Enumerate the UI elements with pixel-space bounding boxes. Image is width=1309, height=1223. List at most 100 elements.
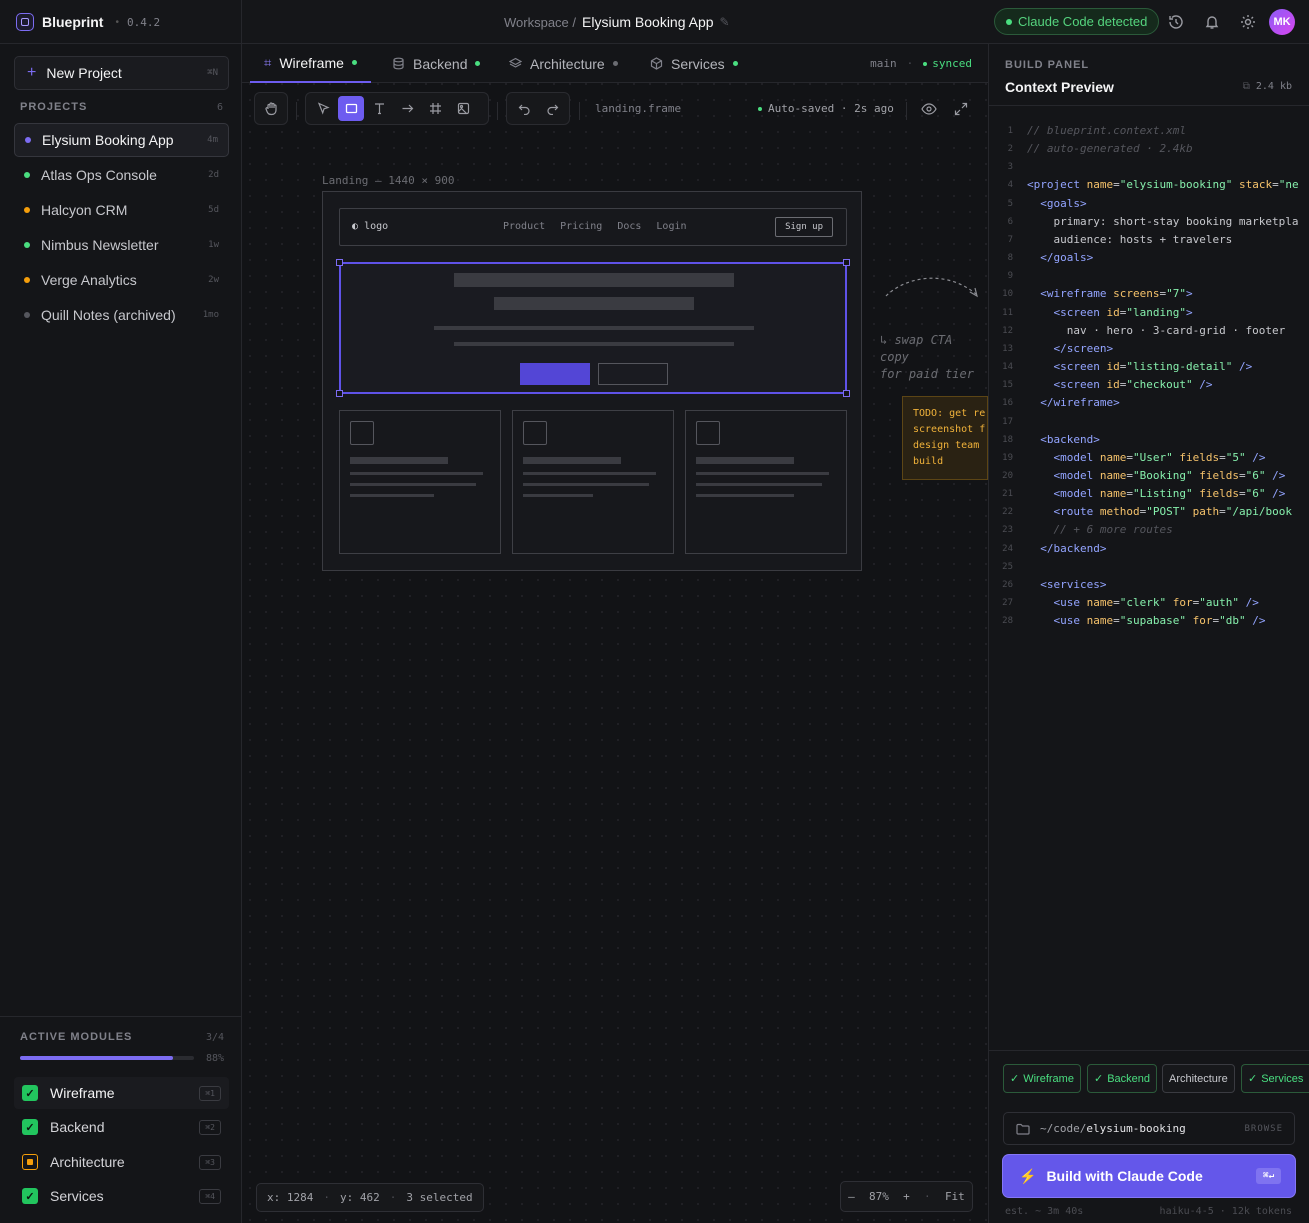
chip-services[interactable]: ✓ Services bbox=[1241, 1064, 1309, 1093]
module-wireframe[interactable]: ✓ Wireframe ⌘1 bbox=[14, 1077, 229, 1109]
claude-status-badge[interactable]: Claude Code detected bbox=[994, 8, 1160, 35]
tab-architecture[interactable]: Architecture bbox=[509, 44, 618, 83]
status-dot-icon bbox=[351, 60, 357, 65]
canvas-toolbar: landing.frame Auto-saved · 2s ago bbox=[242, 83, 988, 135]
branch-status[interactable]: main · synced bbox=[870, 57, 972, 70]
frame-tool-icon[interactable] bbox=[422, 96, 448, 121]
sidebar: + New Project ⌘N PROJECTS 6 Elysium Book… bbox=[0, 44, 242, 1223]
project-color-dot bbox=[24, 207, 30, 213]
zoom-out-button[interactable]: — bbox=[848, 1190, 855, 1203]
checkbox-checked-icon[interactable]: ✓ bbox=[22, 1119, 38, 1135]
modules-header: ACTIVE MODULES bbox=[20, 1031, 133, 1043]
resize-handle[interactable] bbox=[336, 390, 343, 397]
cursor-coordinates: x: 1284 · y: 462 · 3 selected bbox=[256, 1183, 484, 1212]
checkbox-checked-icon[interactable]: ✓ bbox=[22, 1085, 38, 1101]
gear-icon[interactable] bbox=[1239, 13, 1257, 31]
wireframe-hero-selected[interactable] bbox=[336, 259, 850, 397]
checkbox-checked-icon[interactable]: ✓ bbox=[22, 1188, 38, 1204]
modules-count: 3/4 bbox=[205, 1032, 224, 1043]
resize-handle[interactable] bbox=[843, 390, 850, 397]
check-icon: ✓ bbox=[1010, 1073, 1020, 1085]
history-icon[interactable] bbox=[1167, 13, 1185, 31]
chip-wireframe[interactable]: ✓ Wireframe bbox=[1003, 1064, 1081, 1093]
zoom-fit-button[interactable]: Fit bbox=[945, 1190, 965, 1203]
zoom-controls: — 87% + · Fit bbox=[840, 1181, 973, 1212]
cursor-tool-icon[interactable] bbox=[310, 96, 336, 121]
undo-icon[interactable] bbox=[511, 96, 537, 121]
frame-icon: ⌗ bbox=[264, 54, 272, 70]
status-dot-icon bbox=[475, 61, 481, 66]
project-item[interactable]: Halcyon CRM 5d bbox=[14, 193, 229, 227]
browse-button[interactable]: BROWSE bbox=[1244, 1124, 1283, 1134]
new-project-button[interactable]: + New Project ⌘N bbox=[14, 56, 229, 90]
brand[interactable]: Blueprint • 0.4.2 bbox=[0, 0, 242, 44]
module-backend[interactable]: ✓ Backend ⌘2 bbox=[14, 1111, 229, 1143]
copy-icon: ⧉ bbox=[1242, 81, 1250, 92]
modules-progress-bar bbox=[20, 1056, 194, 1060]
tab-services[interactable]: Services bbox=[650, 44, 738, 83]
module-services[interactable]: ✓ Services ⌘4 bbox=[14, 1180, 229, 1212]
project-color-dot bbox=[24, 312, 30, 318]
wireframe-logo: ◐ logo bbox=[352, 221, 389, 232]
bell-icon[interactable] bbox=[1203, 13, 1221, 31]
autosave-status: Auto-saved · 2s ago bbox=[758, 102, 894, 115]
branch-name: main bbox=[870, 57, 897, 70]
wireframe-primary-cta bbox=[520, 363, 590, 385]
avatar[interactable]: MK bbox=[1269, 9, 1295, 35]
edit-pencil-icon[interactable]: ✎ bbox=[720, 15, 730, 29]
project-item[interactable]: Verge Analytics 2w bbox=[14, 263, 229, 297]
zoom-in-button[interactable]: + bbox=[903, 1190, 910, 1203]
project-item[interactable]: Atlas Ops Console 2d bbox=[14, 158, 229, 192]
context-code-view[interactable]: 1// blueprint.context.xml 2// auto-gener… bbox=[989, 122, 1309, 642]
lightning-icon: ⚡ bbox=[1019, 1167, 1037, 1184]
project-path-field[interactable]: ~/code/elysium-booking BROWSE bbox=[1003, 1112, 1295, 1145]
sync-state: synced bbox=[923, 57, 972, 70]
wireframe-nav[interactable]: ◐ logo Product Pricing Docs Login Sign u… bbox=[339, 208, 847, 246]
wireframe-card[interactable] bbox=[512, 410, 674, 554]
chip-backend[interactable]: ✓ Backend bbox=[1087, 1064, 1158, 1093]
resize-handle[interactable] bbox=[843, 259, 850, 266]
context-size[interactable]: ⧉ 2.4 kb bbox=[1243, 81, 1292, 92]
image-tool-icon[interactable] bbox=[450, 96, 476, 121]
status-dot-icon bbox=[732, 61, 738, 66]
module-architecture[interactable]: Architecture ⌘3 bbox=[14, 1146, 229, 1178]
chip-architecture[interactable]: Architecture bbox=[1162, 1064, 1235, 1093]
canvas-area[interactable]: ⌗ Wireframe Backend Architecture Service… bbox=[242, 44, 988, 1223]
expand-icon[interactable] bbox=[954, 102, 968, 116]
history-tools-group bbox=[506, 92, 570, 125]
breadcrumb-workspace[interactable]: Workspace / bbox=[504, 15, 576, 30]
arrow-tool-icon[interactable] bbox=[394, 96, 420, 121]
rectangle-tool-icon[interactable] bbox=[338, 96, 364, 121]
hand-tool-icon[interactable] bbox=[259, 96, 283, 121]
build-panel-footer: ✓ Wireframe ✓ Backend Architecture ✓ Servic… bbox=[989, 1050, 1309, 1223]
model-tokens: haiku-4-5 · 12k tokens bbox=[1159, 1206, 1292, 1217]
project-item[interactable]: Quill Notes (archived) 1mo bbox=[14, 298, 229, 332]
text-tool-icon[interactable] bbox=[366, 96, 392, 121]
project-color-dot bbox=[24, 172, 30, 178]
build-with-claude-button[interactable]: ⚡ Build with Claude Code ⌘↵ bbox=[1003, 1155, 1295, 1197]
cube-icon bbox=[650, 57, 663, 70]
resize-handle[interactable] bbox=[336, 259, 343, 266]
build-panel: BUILD PANEL Context Preview ⧉ 2.4 kb 1//… bbox=[988, 44, 1309, 1223]
tab-wireframe[interactable]: ⌗ Wireframe bbox=[250, 44, 371, 83]
breadcrumb-current: Elysium Booking App bbox=[582, 14, 714, 30]
checkbox-partial-icon[interactable] bbox=[22, 1154, 38, 1170]
modules-progress-label: 88% bbox=[205, 1053, 224, 1064]
tab-backend[interactable]: Backend bbox=[392, 44, 481, 83]
blueprint-logo-icon bbox=[16, 13, 34, 31]
wireframe-card[interactable] bbox=[685, 410, 847, 554]
wireframe-secondary-cta bbox=[598, 363, 668, 385]
redo-icon[interactable] bbox=[539, 96, 565, 121]
project-item[interactable]: Nimbus Newsletter 1w bbox=[14, 228, 229, 262]
sticky-note[interactable]: TODO: get re screenshot f design team bu… bbox=[902, 396, 988, 480]
project-color-dot bbox=[25, 137, 31, 143]
wireframe-card[interactable] bbox=[339, 410, 501, 554]
eye-icon[interactable] bbox=[921, 102, 937, 116]
check-icon: ✓ bbox=[1248, 1073, 1258, 1085]
projects-count: 6 bbox=[216, 102, 223, 113]
wireframe-frame[interactable]: ◐ logo Product Pricing Docs Login Sign u… bbox=[322, 191, 862, 571]
annotation-arrow-icon bbox=[885, 277, 978, 298]
status-dot-icon bbox=[1006, 18, 1012, 25]
canvas-annotation[interactable]: ↳ swap CTA copy for paid tier bbox=[880, 332, 974, 383]
project-item[interactable]: Elysium Booking App 4m bbox=[14, 123, 229, 157]
